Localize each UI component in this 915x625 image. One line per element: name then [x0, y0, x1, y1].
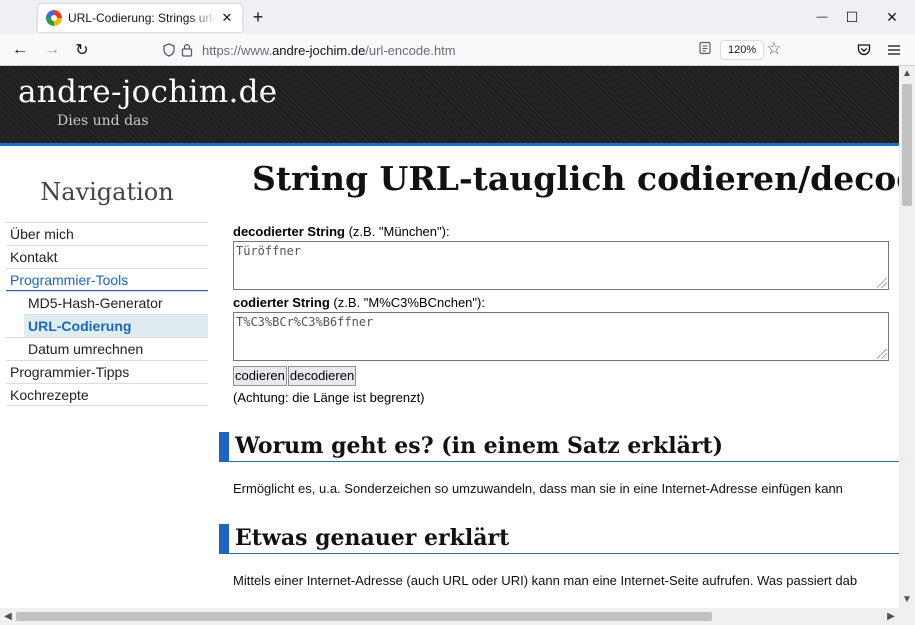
site-favicon-icon	[46, 10, 62, 26]
tracking-protection-shield-icon[interactable]	[160, 41, 178, 59]
tab-bar: URL-Codierung: Strings url-konform ✕ + —…	[0, 0, 915, 34]
new-tab-button[interactable]: +	[248, 8, 268, 28]
encoded-label-example: (z.B. "M%C3%BCnchen"):	[329, 295, 485, 310]
tab-close-icon[interactable]: ✕	[218, 9, 236, 27]
horizontal-scroll-thumb[interactable]	[16, 612, 712, 621]
bookmark-star-icon[interactable]: ☆	[764, 39, 784, 59]
scroll-left-icon[interactable]: ◀	[1, 610, 15, 624]
vertical-scrollbar[interactable]: ▲ ▼	[899, 66, 915, 608]
button-row: codieren decodieren	[233, 366, 889, 386]
forward-arrow-icon: →	[44, 41, 60, 58]
horizontal-scrollbar[interactable]: ◀ ▶	[0, 608, 899, 625]
site-subtitle: Dies und das	[57, 113, 149, 129]
decode-button[interactable]: decodieren	[287, 366, 357, 386]
address-bar[interactable]: https://www.andre-jochim.de/url-encode.h…	[160, 37, 788, 63]
navigation-toolbar: ← → ↻ https://www.andre-jochim.de/url-en…	[0, 34, 915, 66]
site-title-link[interactable]: andre-jochim.de	[18, 74, 277, 110]
sidebar-item-kochrezepte[interactable]: Kochrezepte	[6, 383, 208, 406]
encoded-textarea-wrapper: T%C3%BCr%C3%B6ffner	[233, 312, 889, 361]
decoded-textarea-wrapper: Türöffner	[233, 241, 889, 290]
site-header: andre-jochim.de Dies und das	[0, 66, 899, 146]
zoom-level-button[interactable]: 120%	[720, 40, 765, 60]
page-viewport: andre-jochim.de Dies und das Navigation …	[0, 66, 899, 608]
reader-view-icon[interactable]	[698, 41, 716, 59]
pocket-button[interactable]	[852, 38, 876, 62]
section-accent-bar	[219, 432, 229, 462]
sidebar-item-programmier-tipps[interactable]: Programmier-Tipps	[6, 360, 208, 383]
section-heading-text: Etwas genauer erklärt	[235, 525, 510, 551]
scroll-right-icon[interactable]: ▶	[884, 610, 898, 624]
pocket-icon	[857, 44, 871, 56]
section-accent-bar	[219, 524, 229, 554]
decoded-string-label: decodierter String (z.B. "München"):	[233, 224, 889, 240]
section-heading-worum: Worum geht es? (in einem Satz erklärt)	[219, 432, 899, 462]
sidebar-item-datum-umrechnen[interactable]: Datum umrechnen	[6, 337, 208, 360]
reload-button[interactable]: ↻	[70, 38, 94, 62]
sidebar-item-kontakt[interactable]: Kontakt	[6, 245, 208, 268]
main-content: String URL-tauglich codieren/decodieren …	[219, 158, 899, 590]
encode-button[interactable]: codieren	[233, 366, 287, 386]
length-warning-note: (Achtung: die Länge ist begrenzt)	[233, 390, 425, 405]
minimize-icon: —	[816, 11, 828, 23]
scroll-down-icon[interactable]: ▼	[900, 593, 914, 607]
sidebar-item-programmier-tools[interactable]: Programmier-Tools	[6, 268, 208, 291]
sidebar-item-md5-hash-generator[interactable]: MD5-Hash-Generator	[6, 291, 208, 314]
page-title: String URL-tauglich codieren/decodieren	[252, 159, 899, 198]
url-host: andre-jochim.de	[272, 42, 366, 58]
resize-grip-icon[interactable]	[877, 349, 887, 359]
scrollbar-corner	[899, 608, 915, 625]
decoded-label-example: (z.B. "München"):	[344, 224, 450, 239]
back-button[interactable]: ←	[8, 38, 32, 62]
close-window-button[interactable]: ✕	[869, 0, 915, 34]
tab-title: URL-Codierung: Strings url-konform	[68, 11, 218, 25]
reload-icon: ↻	[75, 42, 89, 59]
section-heading-text: Worum geht es? (in einem Satz erklärt)	[235, 433, 724, 459]
back-arrow-icon: ←	[12, 41, 28, 58]
section-paragraph-details: Mittels einer Internet-Adresse (auch URL…	[233, 573, 858, 588]
url-prefix: https://www.	[202, 42, 273, 58]
encoded-string-label: codierter String (z.B. "M%C3%BCnchen"):	[233, 295, 889, 311]
vertical-scroll-thumb[interactable]	[902, 84, 912, 206]
encoded-string-textarea[interactable]: T%C3%BCr%C3%B6ffner	[233, 312, 889, 361]
hamburger-menu-icon	[888, 45, 900, 55]
section-paragraph-summary: Ermöglicht es, u.a. Sonderzeichen so umz…	[233, 481, 843, 496]
resize-grip-icon[interactable]	[877, 278, 887, 288]
sidebar-item-ueber-mich[interactable]: Über mich	[6, 222, 208, 245]
url-path: /url-encode.htm	[365, 42, 456, 58]
sidebar-item-url-codierung[interactable]: URL-Codierung	[24, 314, 208, 337]
decoded-label-bold: decodierter String	[233, 224, 345, 239]
close-icon: ✕	[886, 8, 898, 25]
maximize-icon: ☐	[845, 8, 859, 25]
lock-icon[interactable]	[178, 41, 196, 59]
decoded-string-textarea[interactable]: Türöffner	[233, 241, 889, 290]
section-heading-genauer: Etwas genauer erklärt	[219, 524, 899, 554]
scroll-up-icon[interactable]: ▲	[900, 67, 914, 81]
forward-button[interactable]: →	[40, 38, 64, 62]
encoded-label-bold: codierter String	[233, 295, 330, 310]
url-encode-form: decodierter String (z.B. "München"): Tür…	[233, 224, 889, 406]
browser-tab-active[interactable]: URL-Codierung: Strings url-konform ✕	[38, 4, 242, 32]
sidebar-navigation: Navigation Über mich Kontakt Programmier…	[6, 178, 208, 406]
sidebar-heading: Navigation	[40, 178, 174, 206]
url-text: https://www.andre-jochim.de/url-encode.h…	[202, 43, 456, 58]
app-menu-button[interactable]	[882, 38, 906, 62]
